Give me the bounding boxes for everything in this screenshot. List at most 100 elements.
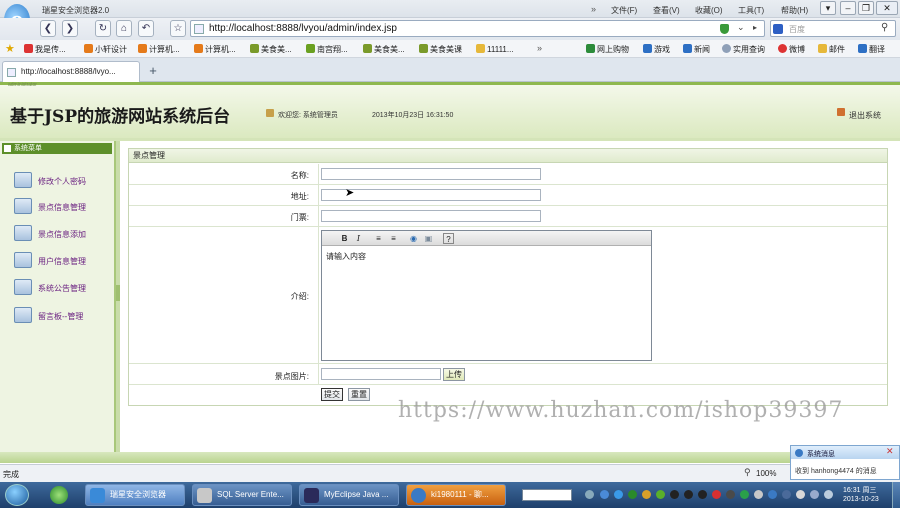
sidebar-splitter[interactable] (116, 141, 120, 463)
new-tab-button[interactable]: + (145, 63, 161, 79)
close-button[interactable]: ✕ (876, 1, 898, 15)
quicklaunch-icon[interactable] (50, 486, 68, 504)
sidebar-item-notice[interactable]: 系统公告管理 (14, 279, 114, 295)
menu-tools[interactable]: 工具(T) (738, 5, 764, 16)
reset-button[interactable]: 重置 (348, 388, 370, 401)
volume-icon[interactable] (824, 490, 833, 499)
upload-button[interactable]: 上传 (443, 368, 465, 381)
tray-icon[interactable] (726, 490, 735, 499)
editor-content[interactable]: 请输入内容 (326, 251, 366, 262)
notification-close-icon[interactable]: ✕ (886, 446, 894, 457)
fav-item[interactable]: 我是传... (24, 44, 66, 55)
submit-button[interactable]: 提交 (321, 388, 343, 401)
menu-more[interactable]: » (591, 4, 596, 14)
search-icon[interactable]: ⚲ (881, 22, 888, 33)
task-chat[interactable]: ki1980111 - 聊... (406, 484, 506, 506)
tray-icon[interactable] (740, 490, 749, 499)
logout-link[interactable]: 退出系统 (849, 110, 881, 121)
refresh-icon[interactable]: ↻ (95, 20, 111, 37)
go-icon[interactable]: ▸ (753, 23, 757, 32)
ticket-input[interactable] (321, 210, 541, 222)
logout-icon[interactable] (837, 108, 845, 116)
fav-item[interactable]: 翻译 (858, 44, 885, 55)
help-icon[interactable]: ? (443, 233, 454, 244)
italic-icon[interactable]: I (353, 233, 364, 244)
link-icon[interactable]: ◉ (408, 233, 419, 244)
menu-help[interactable]: 帮助(H) (781, 5, 808, 16)
menu-favorites[interactable]: 收藏(O) (695, 5, 723, 16)
fav-item[interactable]: 新闻 (683, 44, 710, 55)
sidebar-item-scenic-manage[interactable]: 景点信息管理 (14, 198, 114, 214)
fav-item[interactable]: 微博 (778, 44, 805, 55)
name-input[interactable] (321, 168, 541, 180)
start-button[interactable] (5, 484, 29, 506)
show-desktop-button[interactable] (892, 482, 900, 508)
fav-item[interactable]: 计算机... (138, 44, 180, 55)
menu-file[interactable]: 文件(F) (611, 5, 637, 16)
image-icon[interactable]: ▣ (423, 233, 434, 244)
rich-text-editor[interactable] (321, 230, 652, 361)
task-myeclipse[interactable]: MyEclipse Java ... (299, 484, 399, 506)
network-icon[interactable] (810, 490, 819, 499)
tray-icon[interactable] (614, 490, 623, 499)
fav-item[interactable]: 实用查询 (722, 44, 765, 55)
sidebar-item-scenic-add[interactable]: 景点信息添加 (14, 225, 114, 241)
notification-text[interactable]: 收到 hanhong4474 的消息 (795, 466, 877, 476)
bold-icon[interactable]: B (339, 233, 350, 244)
fav-item[interactable]: 网上购物 (586, 44, 629, 55)
maximize-button[interactable]: ❐ (858, 1, 874, 15)
tray-icon[interactable] (600, 490, 609, 499)
tray-icon[interactable] (670, 490, 679, 499)
task-sql-server[interactable]: SQL Server Ente... (192, 484, 292, 506)
language-bar[interactable] (522, 489, 572, 501)
skin-icon[interactable]: ▾ (820, 1, 836, 15)
undo-icon[interactable]: ↶ (138, 20, 154, 37)
tray-icon[interactable] (656, 490, 665, 499)
splitter-handle[interactable] (116, 285, 120, 301)
tray-icon[interactable] (684, 490, 693, 499)
tray-icon[interactable] (712, 490, 721, 499)
home-icon[interactable]: ⌂ (116, 20, 132, 37)
back-icon[interactable]: ❮ (40, 20, 56, 37)
ordered-list-icon[interactable]: ≡ (373, 233, 384, 244)
fav-item[interactable]: 游戏 (643, 44, 670, 55)
bookmark-icon (586, 44, 595, 53)
tray-icon[interactable] (585, 490, 594, 499)
zoom-level[interactable]: 100% (756, 469, 776, 478)
fav-more[interactable]: » (537, 43, 542, 53)
unordered-list-icon[interactable]: ≡ (388, 233, 399, 244)
minimize-button[interactable]: – (840, 1, 856, 15)
fav-item[interactable]: 美食美课 (419, 44, 462, 55)
fav-item[interactable]: 邮件 (818, 44, 845, 55)
sidebar-item-users[interactable]: 用户信息管理 (14, 252, 114, 268)
task-browser[interactable]: 瑞星安全浏览器 (85, 484, 185, 506)
tray-icon[interactable] (628, 490, 637, 499)
favorite-star-icon[interactable]: ☆ (170, 20, 186, 37)
tray-icon[interactable] (698, 490, 707, 499)
eclipse-task-icon (304, 488, 319, 503)
tab-active[interactable]: http://localhost:8888/lvyo... (2, 61, 140, 82)
fav-item[interactable]: 小轩设计 (84, 44, 127, 55)
tray-icon[interactable] (768, 490, 777, 499)
clock-time[interactable]: 16:31 周三 (843, 485, 876, 495)
tray-icon[interactable] (642, 490, 651, 499)
tray-icon[interactable] (754, 490, 763, 499)
dropdown-icon[interactable]: ⌄ (737, 22, 745, 33)
menu-view[interactable]: 查看(V) (653, 5, 680, 16)
tray-icon[interactable] (782, 490, 791, 499)
sidebar-item-password[interactable]: 修改个人密码 (14, 172, 114, 188)
fav-item[interactable]: 南宫翔... (306, 44, 348, 55)
zoom-icon[interactable]: ⚲ (744, 467, 751, 478)
fav-item[interactable]: 美食美... (363, 44, 405, 55)
fav-item[interactable]: 美食美... (250, 44, 292, 55)
fav-item[interactable]: 11111... (476, 44, 514, 54)
sidebar-item-messages[interactable]: 留言板--管理 (14, 307, 114, 323)
forward-icon[interactable]: ❯ (62, 20, 78, 37)
clock-date[interactable]: 2013-10-23 (843, 496, 879, 503)
tray-icon[interactable] (796, 490, 805, 499)
fav-item[interactable]: 计算机... (194, 44, 236, 55)
search-box[interactable]: 百度 ⚲ (770, 20, 896, 37)
address-bar[interactable]: http://localhost:8888/lvyou/admin/index.… (190, 20, 765, 37)
image-path-input[interactable] (321, 368, 441, 380)
favorites-star-icon[interactable]: ★ (5, 42, 15, 55)
